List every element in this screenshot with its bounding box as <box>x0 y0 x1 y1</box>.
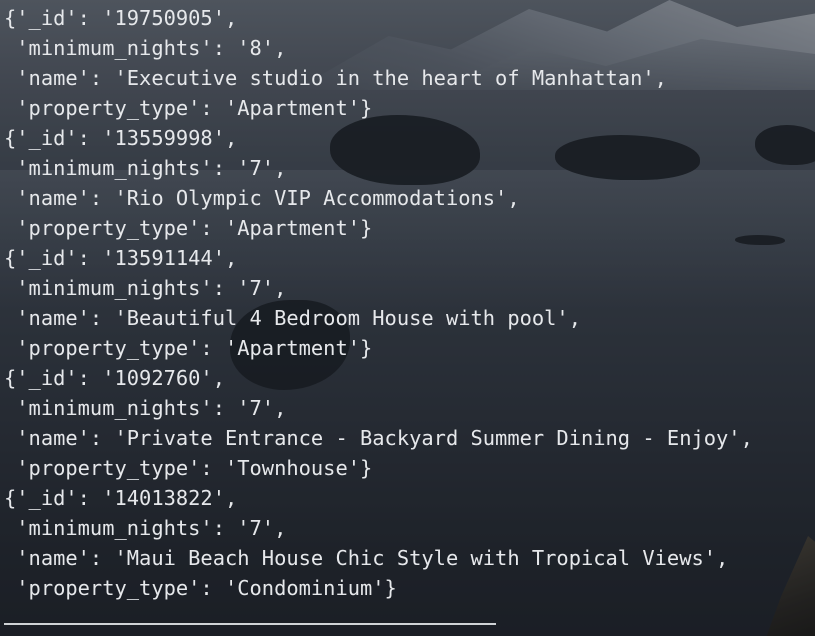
terminal-line: {'_id': '19750905', <box>4 6 238 30</box>
terminal-line: 'minimum_nights': '7', <box>4 516 287 540</box>
terminal-line: 'minimum_nights': '7', <box>4 396 287 420</box>
terminal-line: 'minimum_nights': '7', <box>4 276 287 300</box>
terminal-line: 'property_type': 'Condominium'} <box>4 576 397 600</box>
terminal-line: 'name': 'Rio Olympic VIP Accommodations'… <box>4 186 520 210</box>
terminal-line: 'property_type': 'Townhouse'} <box>4 456 373 480</box>
terminal-line: 'name': 'Private Entrance - Backyard Sum… <box>4 426 753 450</box>
terminal-line: 'name': 'Executive studio in the heart o… <box>4 66 667 90</box>
terminal-line: 'name': 'Beautiful 4 Bedroom House with … <box>4 306 581 330</box>
terminal-line: 'minimum_nights': '8', <box>4 36 287 60</box>
terminal-line: {'_id': '14013822', <box>4 486 238 510</box>
terminal-line: {'_id': '13559998', <box>4 126 238 150</box>
terminal-output[interactable]: {'_id': '19750905', 'minimum_nights': '8… <box>0 0 815 636</box>
terminal-line: 'property_type': 'Apartment'} <box>4 216 373 240</box>
terminal-line: {'_id': '1092760', <box>4 366 225 390</box>
terminal-line: 'name': 'Maui Beach House Chic Style wit… <box>4 546 729 570</box>
terminal-line: 'property_type': 'Apartment'} <box>4 336 373 360</box>
terminal-separator-line <box>4 623 496 625</box>
terminal-line: {'_id': '13591144', <box>4 246 238 270</box>
terminal-line: 'property_type': 'Apartment'} <box>4 96 373 120</box>
terminal-line: 'minimum_nights': '7', <box>4 156 287 180</box>
